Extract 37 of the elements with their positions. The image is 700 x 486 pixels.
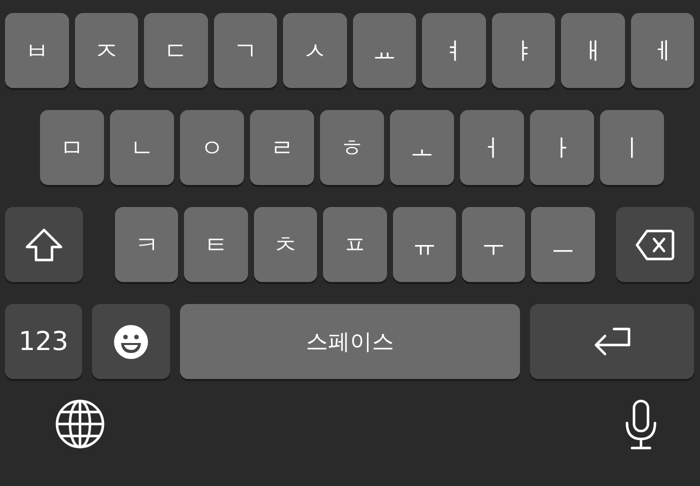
letter-key[interactable]: ㄷ <box>144 13 208 88</box>
letter-key[interactable]: ㅗ <box>390 110 454 185</box>
letter-key[interactable]: ㄴ <box>110 110 174 185</box>
letter-key[interactable]: ㅣ <box>600 110 664 185</box>
letter-key[interactable]: ㅁ <box>40 110 104 185</box>
letter-key[interactable]: ㅍ <box>323 207 387 282</box>
backspace-key[interactable] <box>616 207 694 282</box>
letter-key[interactable]: ㅏ <box>530 110 594 185</box>
letter-key[interactable]: ㅑ <box>492 13 555 88</box>
letter-key[interactable]: ㅜ <box>462 207 526 282</box>
letter-key[interactable]: ㅐ <box>561 13 624 88</box>
letter-key[interactable]: ㄹ <box>250 110 314 185</box>
emoji-key[interactable] <box>92 304 170 379</box>
emoji-icon <box>113 324 149 360</box>
letter-key[interactable]: ㅊ <box>254 207 318 282</box>
letter-key[interactable]: ㅈ <box>74 13 138 88</box>
letter-key[interactable]: ㄱ <box>214 13 277 88</box>
letter-key[interactable]: ㅅ <box>283 13 346 88</box>
letter-key[interactable]: ㅌ <box>184 207 248 282</box>
numbers-key[interactable]: 123 <box>5 304 82 379</box>
letter-key[interactable]: ㅋ <box>115 207 178 282</box>
letter-key[interactable]: ㅂ <box>5 13 68 88</box>
globe-icon[interactable] <box>55 399 105 449</box>
letter-key[interactable]: ㅕ <box>422 13 486 88</box>
letter-key[interactable]: ㅓ <box>460 110 524 185</box>
space-bar[interactable]: 스페이스 <box>180 304 520 379</box>
letter-key[interactable]: ㅔ <box>630 13 694 88</box>
shift-key[interactable] <box>5 207 84 282</box>
shift-icon <box>25 228 64 262</box>
letter-key[interactable]: ㅠ <box>392 207 456 282</box>
letter-key[interactable]: ㅎ <box>320 110 384 185</box>
backspace-icon <box>634 228 675 260</box>
letter-key[interactable]: ㅡ <box>531 207 595 282</box>
return-key[interactable] <box>530 304 694 379</box>
letter-key[interactable]: ㅛ <box>352 13 416 88</box>
letter-key[interactable]: ㅇ <box>180 110 244 185</box>
microphone-icon[interactable] <box>624 399 658 451</box>
